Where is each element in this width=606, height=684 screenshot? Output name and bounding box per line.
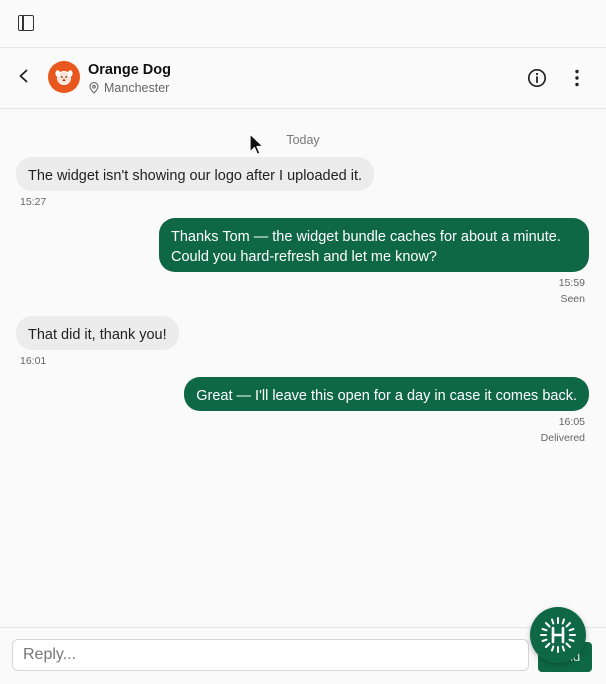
help-launcher-button[interactable] bbox=[530, 607, 586, 663]
day-separator: Today bbox=[286, 133, 320, 147]
message-bubble-outgoing: Thanks Tom — the widget bundle caches fo… bbox=[159, 218, 589, 272]
sidebar-toggle-icon[interactable] bbox=[18, 15, 34, 31]
message-feed[interactable]: Today The widget isn't showing our logo … bbox=[0, 109, 606, 626]
message-bubble-incoming: That did it, thank you! bbox=[16, 316, 179, 350]
more-vertical-icon[interactable] bbox=[570, 68, 584, 88]
top-bar bbox=[0, 0, 606, 48]
location-label: Manchester bbox=[104, 81, 170, 95]
message-status: Seen bbox=[560, 293, 585, 305]
contact-location: Manchester bbox=[88, 81, 169, 95]
contact-name: Orange Dog bbox=[88, 62, 171, 78]
message-bubble-incoming: The widget isn't showing our logo after … bbox=[16, 157, 375, 191]
avatar[interactable] bbox=[48, 61, 80, 93]
mouse-cursor-icon bbox=[249, 133, 264, 155]
dog-icon bbox=[55, 70, 73, 85]
message-time: 16:05 bbox=[558, 416, 585, 428]
message-time: 16:01 bbox=[20, 355, 47, 367]
message-time: 15:27 bbox=[20, 196, 47, 208]
reply-input[interactable] bbox=[12, 639, 529, 671]
composer: Send bbox=[0, 627, 606, 684]
back-chevron-icon[interactable] bbox=[16, 68, 32, 84]
message-status: Delivered bbox=[540, 432, 585, 444]
conversation-header: Orange Dog Manchester bbox=[0, 48, 606, 109]
help-widget-icon bbox=[540, 617, 576, 653]
info-icon[interactable] bbox=[527, 68, 547, 88]
message-time: 15:59 bbox=[558, 277, 585, 289]
message-bubble-outgoing: Great — I'll leave this open for a day i… bbox=[184, 377, 589, 411]
map-pin-icon bbox=[89, 82, 99, 94]
